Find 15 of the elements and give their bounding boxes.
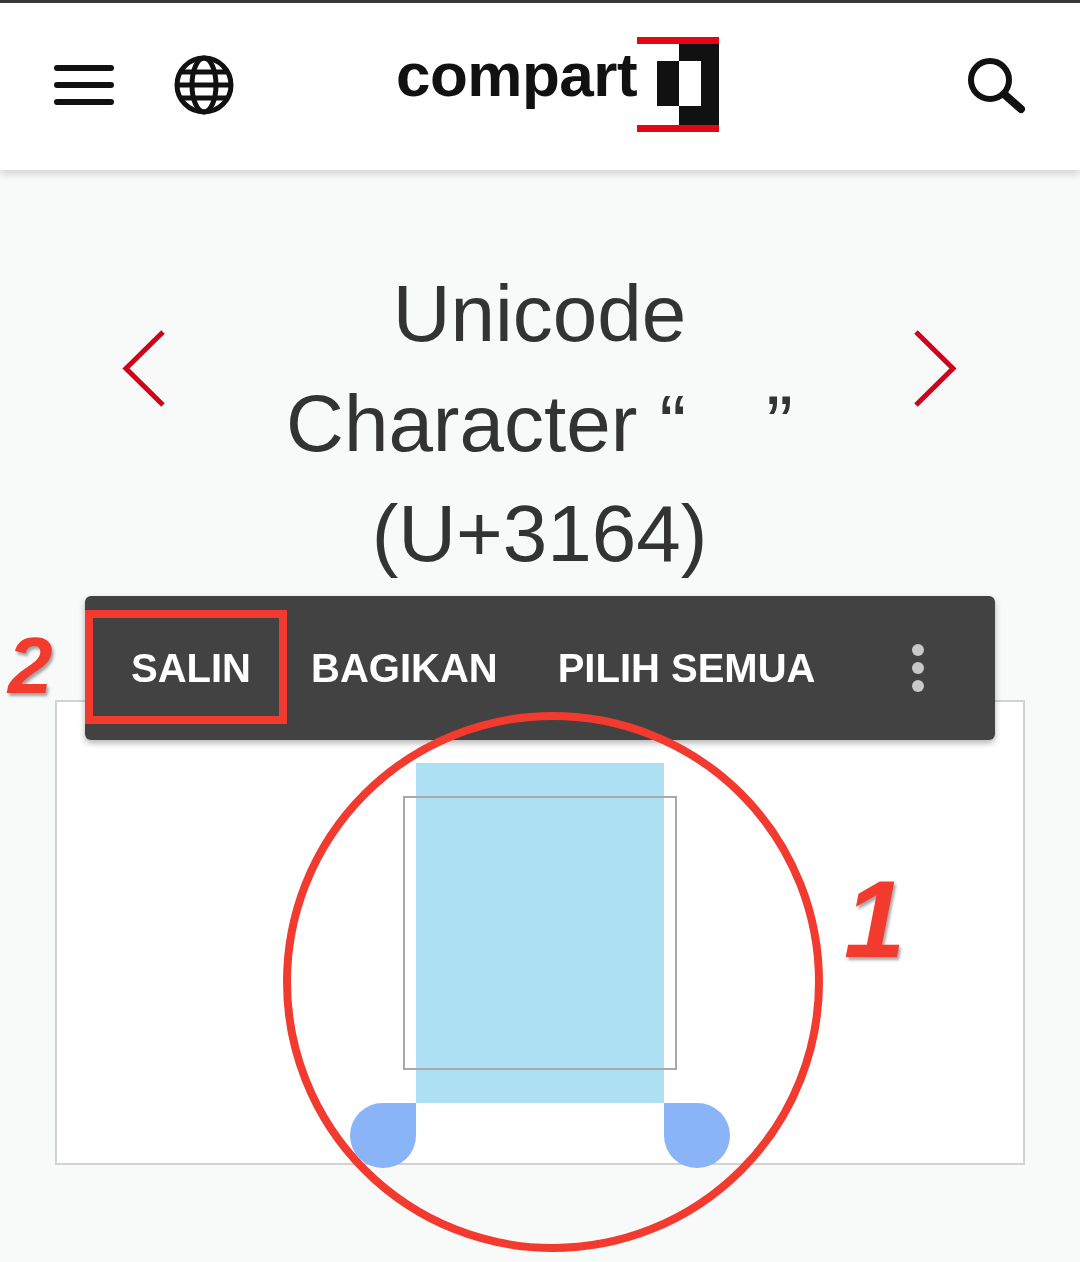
toolbar-action[interactable]: SALIN <box>101 596 281 740</box>
annotation-number: 1 <box>844 864 906 974</box>
more-vertical-icon <box>912 644 924 692</box>
toolbar-action[interactable]: BAGIKAN <box>281 596 528 740</box>
logo-mark-icon <box>637 37 720 132</box>
page-title: Unicode Character “ ” (U+3164) <box>285 268 794 580</box>
chevron-left-icon[interactable] <box>122 330 165 407</box>
chevron-right-icon[interactable] <box>914 330 957 407</box>
toolbar-action[interactable]: PILIH SEMUA <box>527 596 846 740</box>
menu-icon[interactable] <box>54 65 114 105</box>
selection-handle[interactable] <box>350 1103 416 1168</box>
selection-handle[interactable] <box>664 1103 730 1168</box>
search-icon[interactable] <box>966 56 1026 114</box>
globe-icon[interactable] <box>174 55 234 115</box>
annotation-number: 2 <box>8 626 53 706</box>
